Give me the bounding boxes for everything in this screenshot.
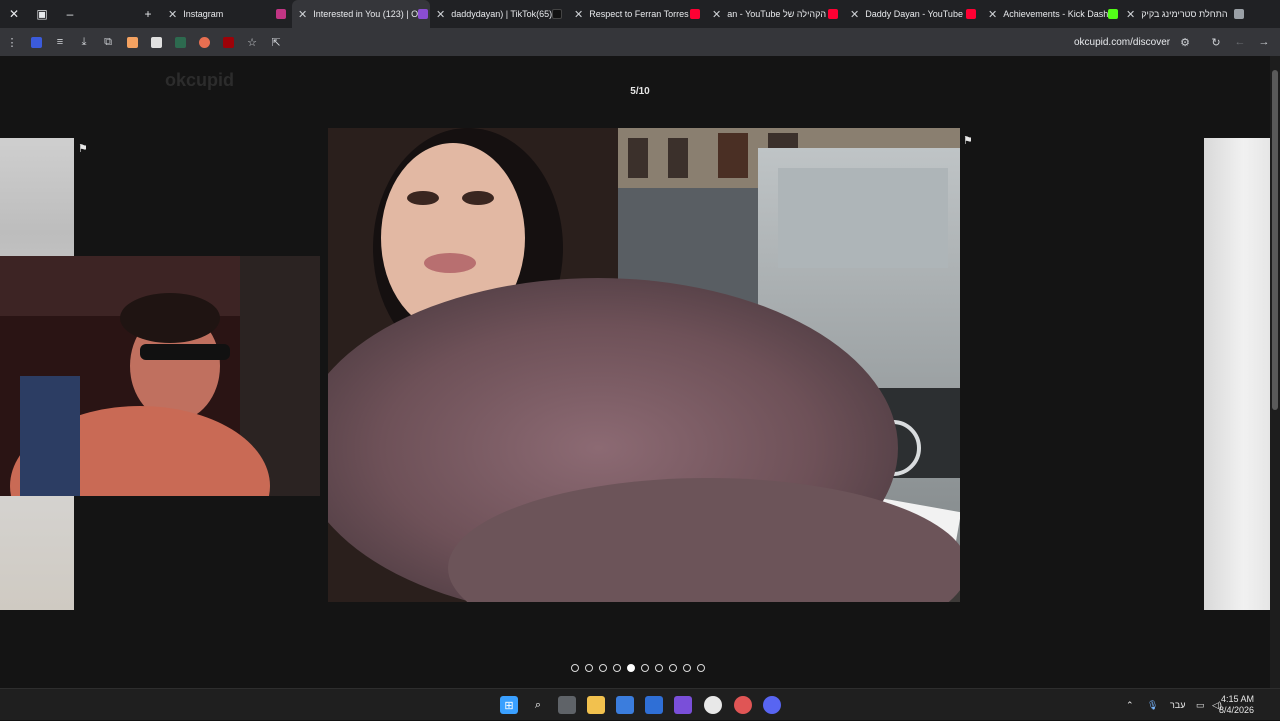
extension-icon[interactable]: [168, 28, 192, 56]
pagination-dot[interactable]: [641, 664, 649, 672]
back-icon[interactable]: ←: [1228, 28, 1252, 56]
pagination-dot[interactable]: [613, 664, 621, 672]
microphone-icon[interactable]: 🎙: [1147, 689, 1158, 721]
photo-image: 1AK B745: [328, 128, 960, 602]
tab-youtube-daddy[interactable]: ✕ Daddy Dayan - YouTube: [844, 0, 982, 28]
forward-icon[interactable]: →: [1252, 28, 1276, 56]
close-tab-icon[interactable]: ✕: [850, 8, 859, 21]
chrome-icon[interactable]: [704, 696, 722, 714]
browser-tab-bar: ✕ ▣ – + ✕ Instagram ✕ Interested in You …: [0, 0, 1280, 28]
tab-kick-streaming[interactable]: ✕ התחלת סטרימינג בקיק: [1120, 0, 1250, 28]
okcupid-logo: okcupid: [165, 70, 235, 90]
share-icon[interactable]: ⇱: [264, 28, 288, 56]
discord-icon[interactable]: [763, 696, 781, 714]
close-tab-icon[interactable]: ✕: [574, 8, 583, 21]
close-tab-icon[interactable]: ✕: [712, 8, 721, 21]
extensions-puzzle-icon[interactable]: ⧉: [96, 28, 120, 56]
webcam-image: [0, 256, 320, 496]
store-icon[interactable]: [616, 696, 634, 714]
flag-icon[interactable]: ⚑: [963, 134, 975, 147]
start-icon[interactable]: ⊞: [500, 696, 518, 714]
page-icon: [1234, 9, 1244, 19]
photo-counter: 5/10: [630, 86, 650, 97]
app-icon[interactable]: [734, 696, 752, 714]
new-tab-button[interactable]: +: [134, 0, 162, 28]
tab-kick-achievements[interactable]: ✕ Achievements - Kick Dash: [982, 0, 1120, 28]
download-icon[interactable]: ⤓: [72, 28, 96, 56]
site-settings-icon[interactable]: ⚙: [1180, 36, 1190, 49]
extension-icon[interactable]: [216, 28, 240, 56]
extension-icon[interactable]: [24, 28, 48, 56]
extension-icon[interactable]: [192, 28, 216, 56]
clock-date: 8/4/2026: [1218, 705, 1254, 715]
reload-icon[interactable]: ↻: [1204, 28, 1228, 56]
pagination-dot[interactable]: [697, 664, 705, 672]
okcupid-icon: [418, 9, 429, 19]
tab-tiktok[interactable]: ✕ daddydayan) | TikTok(65): [430, 0, 568, 28]
close-tab-icon[interactable]: ✕: [298, 8, 307, 21]
tab-instagram[interactable]: ✕ Instagram: [162, 0, 292, 28]
close-tab-icon[interactable]: ✕: [988, 8, 997, 21]
youtube-icon: [966, 9, 976, 19]
instagram-icon: [276, 9, 286, 19]
url-text[interactable]: okcupid.com/discover: [1074, 37, 1170, 48]
pagination-dot[interactable]: [599, 664, 607, 672]
extension-icon[interactable]: [144, 28, 168, 56]
scrollbar-thumb[interactable]: [1272, 70, 1278, 410]
browser-toolbar: ⋮ ≡ ⤓ ⧉ ☆ ⇱ okcupid.com/discover ⚙ ↻ ← →: [0, 28, 1280, 56]
system-clock[interactable]: 4:15 AM 8/4/2026: [1219, 694, 1254, 716]
youtube-icon: [690, 9, 700, 19]
close-tab-icon[interactable]: ✕: [1126, 8, 1135, 21]
tab-okcupid[interactable]: ✕ Interested in You (123) | O: [292, 0, 430, 28]
tab-youtube-respect[interactable]: ✕ Respect to Ferran Torres: [568, 0, 706, 28]
address-bar[interactable]: okcupid.com/discover ⚙: [1074, 28, 1190, 56]
flag-icon[interactable]: ⚑: [78, 142, 90, 155]
clock-time: 4:15 AM: [1220, 694, 1254, 704]
youtube-icon: [828, 9, 838, 19]
profile-photo[interactable]: 1AK B745: [328, 128, 960, 602]
pagination-dot[interactable]: [585, 664, 593, 672]
pagination-dot[interactable]: [627, 664, 635, 672]
network-icon[interactable]: ▭: [1196, 689, 1205, 721]
pagination-dot[interactable]: [683, 664, 691, 672]
tiktok-icon: [552, 9, 563, 19]
photos-icon[interactable]: [645, 696, 663, 714]
app-icon[interactable]: [674, 696, 692, 714]
kick-icon: [1108, 9, 1119, 19]
page-content: okcupid ⚑ ⚑ 5/10: [0, 56, 1280, 688]
extension-icon[interactable]: [120, 28, 144, 56]
task-view-icon[interactable]: [558, 696, 576, 714]
search-icon[interactable]: ⌕: [529, 696, 547, 714]
pagination-dot[interactable]: [655, 664, 663, 672]
next-photo[interactable]: [1204, 138, 1270, 610]
chevron-up-icon[interactable]: ⌃: [1126, 689, 1134, 721]
language-indicator[interactable]: עבר: [1170, 689, 1185, 721]
file-explorer-icon[interactable]: [587, 696, 605, 714]
menu-icon[interactable]: ⋮: [0, 28, 24, 56]
page-scrollbar[interactable]: [1270, 56, 1280, 688]
pagination-dot[interactable]: [669, 664, 677, 672]
webcam-overlay: [0, 256, 320, 496]
minimize-icon[interactable]: –: [56, 0, 84, 28]
windows-taskbar: ⊞ ⌕ ⌃ 🎙 עבר ▭ ◁) 4:15 AM 8/4/2026: [0, 688, 1280, 720]
bookmark-star-icon[interactable]: ☆: [240, 28, 264, 56]
close-tab-icon[interactable]: ✕: [436, 8, 445, 21]
close-tab-icon[interactable]: ✕: [168, 8, 177, 21]
tab-youtube-community[interactable]: ✕ an - YouTube הקהילה של: [706, 0, 844, 28]
close-window-icon[interactable]: ✕: [0, 0, 28, 28]
photo-pagination: [571, 664, 705, 672]
tab-search-icon[interactable]: ▣: [28, 0, 56, 28]
pagination-dot[interactable]: [571, 664, 579, 672]
reader-icon[interactable]: ≡: [48, 28, 72, 56]
